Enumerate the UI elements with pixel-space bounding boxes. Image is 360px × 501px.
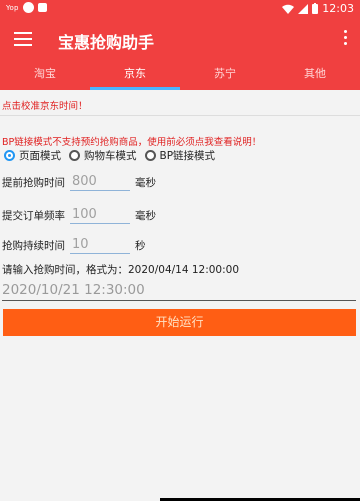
tab-taobao[interactable]: 淘宝 <box>0 62 90 90</box>
battery-icon <box>312 3 319 14</box>
status-bar: Yop 12:03 <box>0 0 360 18</box>
radio-unchecked-icon <box>69 150 80 161</box>
tab-suning[interactable]: 苏宁 <box>180 62 270 90</box>
bp-warning-link[interactable]: BP链接模式不支持预约抢购商品，使用前必须点我查看说明！ <box>2 134 261 148</box>
frequency-unit: 毫秒 <box>135 210 156 222</box>
radio-checked-icon <box>4 150 15 161</box>
status-left: Yop <box>6 2 47 13</box>
app-bar: 宝惠抢购助手 <box>0 18 360 62</box>
start-button[interactable]: 开始运行 <box>3 309 356 336</box>
duration-row: 抢购持续时间 10 秒 <box>2 237 146 254</box>
radio-cart-mode[interactable]: 购物车模式 <box>69 148 137 163</box>
status-tag: Yop <box>6 3 19 12</box>
tab-other[interactable]: 其他 <box>270 62 360 90</box>
time-format-hint: 请输入抢购时间，格式为：2020/04/14 12:00:00 <box>2 264 240 276</box>
tab-bar: 淘宝 京东 苏宁 其他 <box>0 62 360 90</box>
duration-label: 抢购持续时间 <box>2 240 65 252</box>
wifi-icon <box>282 4 295 14</box>
duration-input[interactable]: 10 <box>70 237 130 254</box>
frequency-label: 提交订单频率 <box>2 210 65 222</box>
more-vert-icon[interactable] <box>342 30 348 50</box>
frequency-row: 提交订单频率 100 毫秒 <box>2 207 156 224</box>
divider <box>0 115 360 116</box>
app-title: 宝惠抢购助手 <box>58 33 155 52</box>
frequency-input[interactable]: 100 <box>70 207 130 224</box>
radio-label: 购物车模式 <box>84 150 137 162</box>
purchase-time-input[interactable]: 2020/10/21 12:30:00 <box>2 280 356 301</box>
radio-label: BP链接模式 <box>159 150 216 162</box>
advance-time-label: 提前抢购时间 <box>2 177 65 189</box>
circle-icon <box>22 2 34 13</box>
hamburger-menu-icon[interactable] <box>14 32 32 46</box>
radio-bp-mode[interactable]: BP链接模式 <box>144 148 216 163</box>
radio-unchecked-icon <box>144 150 156 161</box>
radio-label: 页面模式 <box>19 150 61 162</box>
status-time: 12:03 <box>322 2 354 15</box>
signal-icon <box>298 3 309 14</box>
calibrate-time-link[interactable]: 点击校准京东时间！ <box>2 98 88 112</box>
status-right: 12:03 <box>282 2 354 15</box>
mode-radio-group: 页面模式 购物车模式 BP链接模式 <box>4 148 215 163</box>
tab-jd[interactable]: 京东 <box>90 62 180 90</box>
advance-time-row: 提前抢购时间 800 毫秒 <box>2 174 156 191</box>
square-icon <box>37 3 47 12</box>
duration-unit: 秒 <box>135 240 146 252</box>
radio-page-mode[interactable]: 页面模式 <box>4 148 61 163</box>
advance-time-input[interactable]: 800 <box>70 174 130 191</box>
advance-time-unit: 毫秒 <box>135 177 156 189</box>
